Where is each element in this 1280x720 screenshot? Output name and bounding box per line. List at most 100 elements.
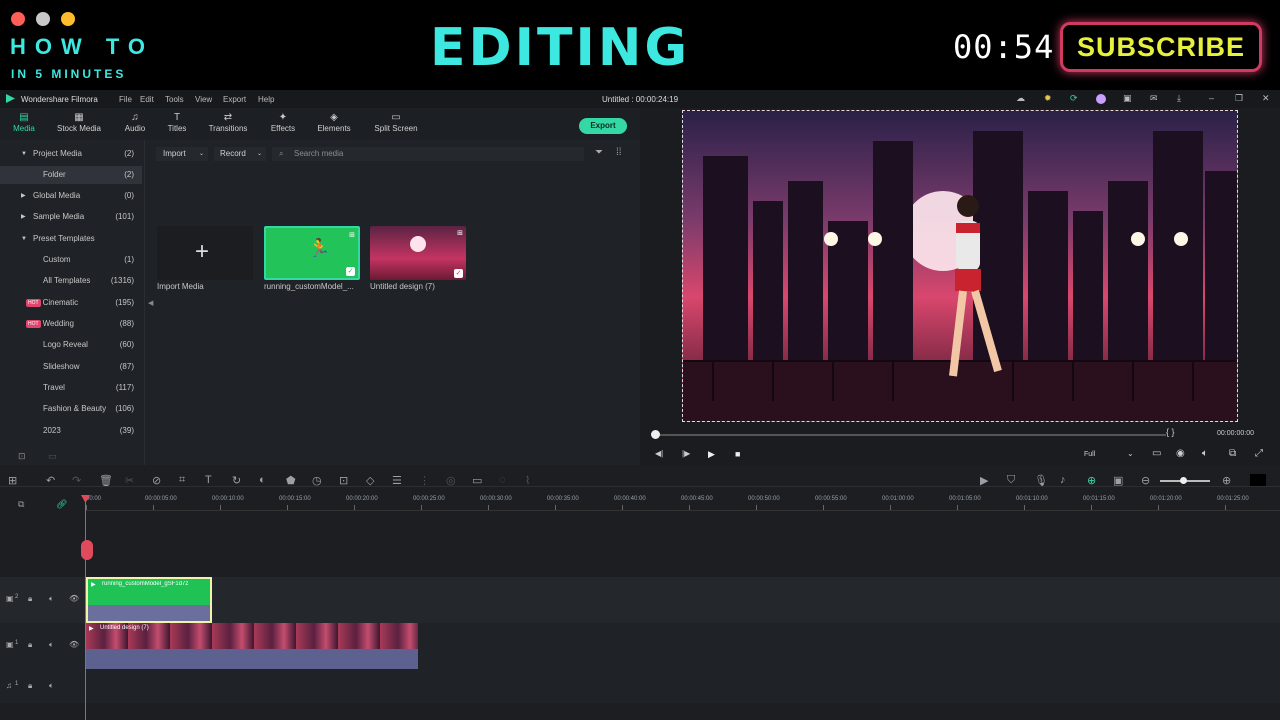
mute-icon[interactable]: 🔈︎	[49, 594, 54, 604]
sidebar-item-travel[interactable]: Travel (117)	[0, 379, 142, 397]
zoom-in-icon[interactable]: ⊕	[1222, 474, 1231, 487]
tab-effects[interactable]: ✦ Effects	[266, 112, 300, 133]
restore-icon[interactable]: ❐	[1235, 93, 1243, 104]
menu-view[interactable]: View	[195, 95, 212, 104]
preview-scrubber-track[interactable]	[654, 434, 1166, 436]
tab-elements[interactable]: ◈ Elements	[314, 112, 354, 133]
microphone-icon[interactable]: 🎙︎	[1034, 474, 1048, 487]
minimize-icon[interactable]: –	[1209, 93, 1214, 103]
mark-in-out-brackets[interactable]: { }	[1166, 427, 1175, 437]
sidebar-item-preset-templates[interactable]: ▼ Preset Templates	[0, 230, 142, 248]
stop-icon[interactable]: ■	[735, 449, 740, 459]
record-dropdown[interactable]: Record ⌄	[214, 147, 266, 161]
mail-icon[interactable]: ✉	[1150, 93, 1158, 104]
eye-icon[interactable]: 👁︎	[69, 640, 79, 649]
chevron-down-icon[interactable]: ⌄	[1127, 449, 1134, 458]
lock-icon[interactable]: 🔒︎	[28, 681, 32, 691]
subscribe-button[interactable]: SUBSCRIBE	[1060, 22, 1262, 72]
panel-toggle-icon[interactable]	[1250, 474, 1266, 486]
undo-icon[interactable]: ↶	[46, 474, 55, 487]
sidebar-item-project-media[interactable]: ▼ Project Media (2)	[0, 145, 142, 163]
menu-help[interactable]: Help	[258, 95, 274, 104]
eye-icon[interactable]: 👁︎	[69, 594, 79, 603]
timeline-clip-running[interactable]: ▶ running_customModel_gSF1d7z	[86, 577, 212, 623]
tab-split-screen[interactable]: ▭ Split Screen	[370, 112, 422, 133]
menu-edit[interactable]: Edit	[140, 95, 154, 104]
play-frame-icon[interactable]: |▶	[682, 449, 690, 458]
zoom-out-icon[interactable]: ⊖	[1141, 474, 1150, 487]
lock-icon[interactable]: 🔒︎	[28, 594, 32, 604]
render-icon[interactable]: ▶	[980, 474, 988, 487]
playhead-line[interactable]	[85, 495, 86, 720]
add-track-icon[interactable]: ⧉	[18, 499, 24, 510]
search-input[interactable]: ⌕ Search media	[272, 147, 584, 161]
import-dropdown[interactable]: Import ⌄	[156, 147, 208, 161]
tab-transitions[interactable]: ⇄ Transitions	[206, 112, 250, 133]
menu-export[interactable]: Export	[223, 95, 246, 104]
menu-file[interactable]: File	[119, 95, 132, 104]
pip-icon[interactable]: ▣	[1113, 474, 1123, 487]
sidebar-item-sample-media[interactable]: ▶ Sample Media (101)	[0, 208, 142, 226]
grid-menu-icon[interactable]: ⊞	[8, 474, 17, 487]
freeze-icon[interactable]: ▭	[472, 474, 482, 487]
cloud-icon[interactable]: ☁	[1016, 93, 1025, 104]
rotate-icon[interactable]: ↻	[232, 474, 241, 487]
import-media-tile[interactable]: +	[157, 226, 253, 280]
fit-icon[interactable]: ⊡	[339, 474, 348, 487]
cut-icon[interactable]: ✂	[125, 474, 134, 487]
lock-icon[interactable]: 🔒︎	[28, 640, 32, 650]
playhead-marker-icon[interactable]	[81, 540, 93, 560]
sidebar-item-logo-reveal[interactable]: Logo Reveal (60)	[0, 336, 142, 354]
link-icon[interactable]: 🔗︎	[56, 499, 67, 510]
mute-icon[interactable]: 🔈︎	[49, 640, 54, 650]
tab-audio[interactable]: ♫ Audio	[120, 112, 150, 133]
adjust-icon[interactable]: ☰	[392, 474, 402, 487]
close-icon[interactable]: ✕	[1262, 93, 1270, 104]
audio-wave-icon[interactable]: ⋮	[419, 474, 430, 487]
previous-frame-icon[interactable]: ◀|	[655, 449, 663, 458]
motion-icon[interactable]: ◎	[446, 474, 456, 487]
tab-stock-media[interactable]: ▦ Stock Media	[54, 112, 104, 133]
media-item-untitled-design[interactable]: ✓ ⊞	[370, 226, 466, 280]
media-item-running-clip[interactable]: 🏃 ✓ ⊞	[264, 226, 360, 280]
sidebar-item-all-templates[interactable]: All Templates (1316)	[0, 272, 142, 290]
avatar[interactable]	[1096, 94, 1106, 104]
sidebar-item-folder[interactable]: Folder (2)	[0, 166, 142, 184]
mute-icon[interactable]: 🔈︎	[49, 681, 54, 691]
bulb-icon[interactable]: ✹	[1044, 93, 1052, 104]
stabilize-icon[interactable]: ◌	[499, 474, 506, 486]
export-button[interactable]: Export	[579, 118, 627, 134]
clear-icon[interactable]: ⊘	[152, 474, 161, 487]
text-tool-icon[interactable]: T	[205, 474, 212, 486]
refresh-icon[interactable]: ⟳	[1070, 93, 1078, 104]
audio-duck-icon[interactable]: ⌇	[525, 474, 530, 487]
tab-media[interactable]: ▤ Media	[8, 112, 40, 133]
sidebar-item-wedding[interactable]: HOT Wedding (88)	[0, 315, 142, 333]
menu-tools[interactable]: Tools	[165, 95, 184, 104]
filter-icon[interactable]: ⏷	[595, 147, 603, 158]
sidebar-item-cinematic[interactable]: HOT Cinematic (195)	[0, 294, 142, 312]
sidebar-item-2023[interactable]: 2023 (39)	[0, 422, 142, 440]
zoom-slider-handle[interactable]	[1180, 477, 1187, 484]
color-icon[interactable]: ◐	[259, 474, 266, 486]
sidebar-item-global-media[interactable]: ▶ Global Media (0)	[0, 187, 142, 205]
grid-view-icon[interactable]: ⁞⁞	[616, 147, 622, 158]
sidebar-item-fashion-beauty[interactable]: Fashion & Beauty (106)	[0, 400, 142, 418]
mixer-icon[interactable]: ♪	[1060, 474, 1066, 486]
download-icon[interactable]: ⤓	[1177, 93, 1181, 104]
snapshot-icon[interactable]: ◉	[1176, 448, 1185, 459]
sidebar-item-slideshow[interactable]: Slideshow (87)	[0, 358, 142, 376]
speed-icon[interactable]: ◷	[312, 474, 322, 487]
timeline-clip-untitled-design[interactable]: ▶ Untitled design (7)	[86, 623, 418, 669]
save-icon[interactable]: ▣	[1123, 93, 1132, 104]
quality-select[interactable]: Full	[1084, 451, 1095, 458]
timeline-ruler[interactable]: 00:00 00:00:05:00 00:00:10:00 00:00:15:00 00…	[86, 493, 1280, 511]
snap-icon[interactable]: ⊕	[1087, 474, 1096, 487]
keyframe-icon[interactable]: ◇	[366, 474, 374, 487]
video-preview-canvas[interactable]	[682, 110, 1238, 422]
delete-icon[interactable]: 🗑︎	[99, 474, 113, 487]
marker-icon[interactable]: ⛉	[1007, 474, 1015, 487]
new-folder-icon[interactable]: ⊡	[18, 451, 26, 462]
crop-icon[interactable]: ⌗	[179, 474, 185, 487]
folder-icon[interactable]: ▭	[48, 451, 57, 462]
